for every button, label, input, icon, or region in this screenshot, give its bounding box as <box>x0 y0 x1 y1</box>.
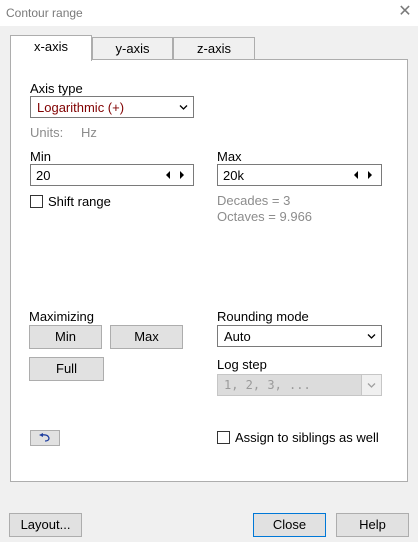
axis-type-label: Axis type <box>30 81 83 96</box>
shift-range-checkbox[interactable] <box>30 195 43 208</box>
min-label: Min <box>30 149 51 164</box>
max-label: Max <box>217 149 242 164</box>
spin-arrows-icon[interactable] <box>165 169 185 181</box>
max-input[interactable]: 20k <box>217 164 382 186</box>
min-value: 20 <box>36 168 51 183</box>
max-value: 20k <box>223 168 244 183</box>
decades-text: Decades = 3 <box>217 193 291 208</box>
maximize-min-button[interactable]: Min <box>29 325 102 349</box>
min-input[interactable]: 20 <box>30 164 194 186</box>
assign-siblings-checkbox[interactable] <box>217 431 230 444</box>
maximize-full-button[interactable]: Full <box>29 357 104 381</box>
chevron-down-icon <box>367 383 376 388</box>
log-step-label: Log step <box>217 357 267 372</box>
shift-range-label: Shift range <box>48 194 111 209</box>
log-step-select: 1, 2, 3, ... <box>217 374 382 396</box>
rounding-mode-value: Auto <box>224 329 251 344</box>
log-step-value: 1, 2, 3, ... <box>224 378 311 392</box>
units-label: Units: <box>30 125 64 140</box>
axis-type-select[interactable]: Logarithmic (+) <box>30 96 194 118</box>
maximize-max-button[interactable]: Max <box>110 325 183 349</box>
undo-button[interactable] <box>30 430 60 446</box>
spin-arrows-icon[interactable] <box>353 169 373 181</box>
units-value: Hz <box>81 125 97 140</box>
maximizing-label: Maximizing <box>29 309 95 324</box>
chevron-down-icon <box>367 334 376 339</box>
undo-arrow-icon <box>39 433 50 442</box>
octaves-text: Octaves = 9.966 <box>217 209 313 224</box>
chevron-down-icon <box>179 105 188 110</box>
axis-type-value: Logarithmic (+) <box>37 100 125 115</box>
rounding-mode-select[interactable]: Auto <box>217 325 382 347</box>
rounding-mode-label: Rounding mode <box>217 309 309 324</box>
assign-siblings-label: Assign to siblings as well <box>235 430 379 445</box>
